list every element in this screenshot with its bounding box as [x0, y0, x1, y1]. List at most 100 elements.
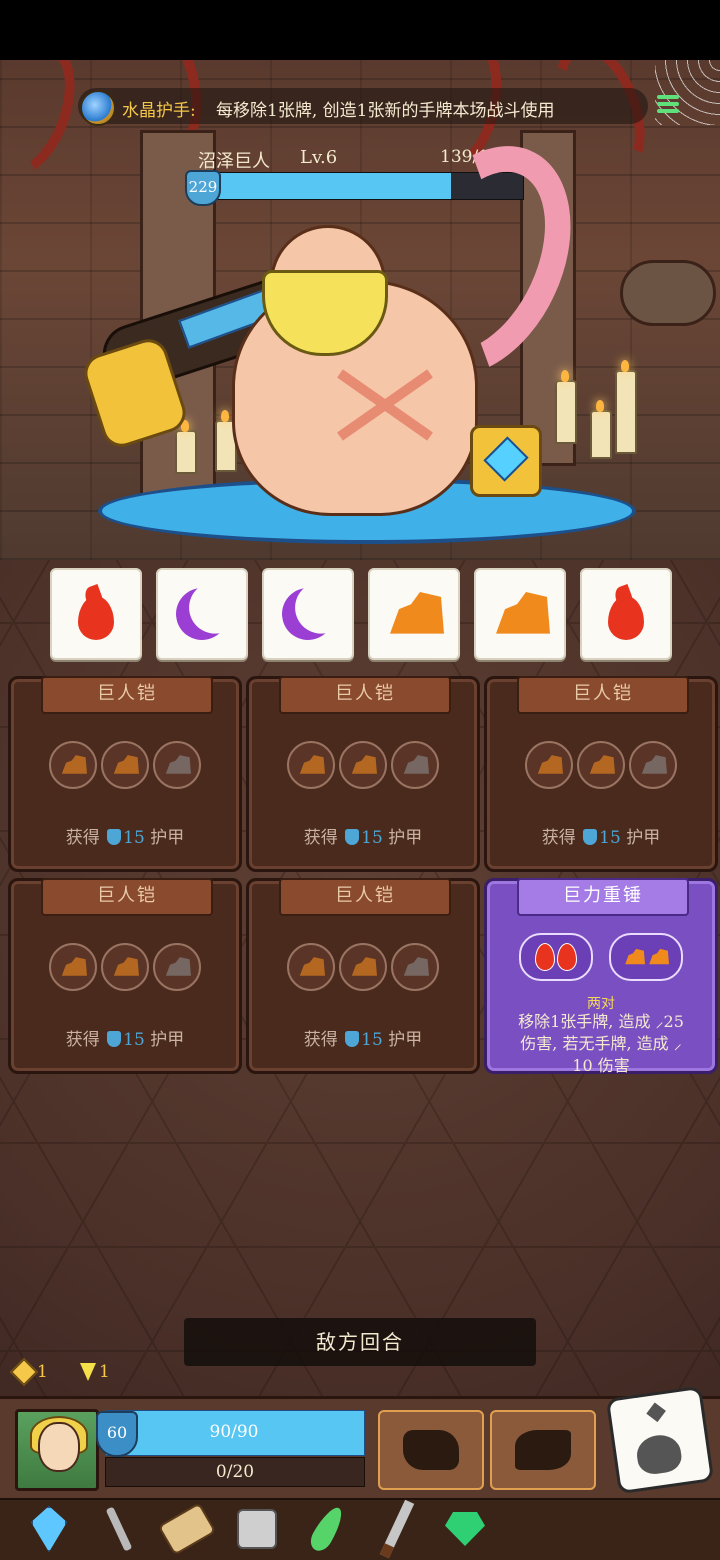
candle [175, 420, 197, 474]
rock-slot[interactable] [629, 741, 677, 789]
rock-icon [403, 957, 429, 976]
die-fire[interactable] [50, 568, 142, 660]
card-title: 巨人铠 [41, 676, 213, 714]
energy-count: 1 [99, 1362, 110, 1382]
card-giant-armor[interactable]: 巨人铠 获得 15 护甲 [8, 676, 242, 872]
enemy-gauntlet [470, 425, 542, 497]
card-effect: 移除1张手牌, 造成 ⸝25 伤害, 若无手牌, 造成 ⸝ 10 伤害 [493, 1011, 709, 1077]
rock-icon [351, 957, 377, 976]
crystal-gauntlet-icon[interactable] [80, 90, 116, 126]
dagger-icon [379, 1499, 415, 1559]
candle [590, 400, 612, 459]
fire-icon [74, 583, 118, 642]
rock-icon [649, 948, 669, 965]
rock-icon [299, 957, 325, 976]
rock-slot[interactable] [339, 741, 387, 789]
rock-slot[interactable] [525, 741, 573, 789]
card-title: 巨人铠 [279, 676, 451, 714]
gain-label: 获得 [303, 828, 338, 848]
inventory-item[interactable] [370, 1499, 424, 1559]
die-fire[interactable] [580, 568, 672, 660]
player-portrait[interactable] [15, 1409, 99, 1491]
gain-label: 获得 [541, 828, 576, 848]
rock-slot[interactable] [49, 741, 97, 789]
stone-die-icon [237, 1509, 277, 1549]
player-xp-bar: 0/20 [105, 1457, 365, 1487]
effect-line: 伤害, 若无手牌, 造成 ⸝ [520, 1034, 682, 1053]
rock-slot[interactable] [153, 943, 201, 991]
status-bar [0, 0, 720, 60]
card-title: 巨人铠 [41, 878, 213, 916]
skill-fist-button[interactable] [378, 1410, 484, 1490]
inventory-item[interactable] [230, 1502, 284, 1556]
die-rock[interactable] [474, 568, 566, 660]
rock-pair-slot[interactable] [609, 933, 683, 981]
fist-icon [403, 1430, 459, 1470]
inventory-item[interactable] [438, 1502, 492, 1556]
card-giant-armor[interactable]: 巨人铠 获得 15 护甲 [246, 676, 480, 872]
inventory-item[interactable] [22, 1502, 76, 1556]
card-giant-armor[interactable]: 巨人铠 获得 15 护甲 [484, 676, 718, 872]
inventory-item[interactable] [157, 1502, 217, 1556]
gain-label: 获得 [65, 1030, 100, 1050]
rock-icon [537, 755, 563, 774]
rock-slot[interactable] [391, 943, 439, 991]
fire-icon [604, 583, 648, 642]
effect-line: 10 伤害 [572, 1056, 630, 1075]
armor-label: 护甲 [150, 828, 185, 848]
gain-label: 获得 [303, 1030, 338, 1050]
rock-slot[interactable] [287, 741, 335, 789]
card-slots [249, 943, 477, 991]
skill-claw-button[interactable] [490, 1410, 596, 1490]
card-giant-armor[interactable]: 巨人铠 获得 15 护甲 [8, 878, 242, 1074]
card-slots [11, 741, 239, 789]
moon-icon [172, 584, 232, 644]
rock-slot[interactable] [153, 741, 201, 789]
card-slots [11, 943, 239, 991]
candle [615, 360, 637, 454]
rock-slot[interactable] [391, 741, 439, 789]
die-moon[interactable] [262, 568, 354, 660]
feather-icon [306, 1503, 348, 1555]
fire-icon [557, 943, 577, 971]
armor-label: 护甲 [626, 828, 661, 848]
die-moon[interactable] [156, 568, 248, 660]
card-effect: 获得 15 护甲 [487, 823, 715, 848]
rock-slot[interactable] [49, 943, 97, 991]
pair-requirement: 两对 [587, 996, 615, 1012]
rock-icon [165, 957, 191, 976]
card-effect: 获得 15 护甲 [11, 823, 239, 848]
rock-slot[interactable] [101, 943, 149, 991]
card-mighty-hammer[interactable]: 巨力重锤 两对 移除1张手牌, 造成 ⸝25 伤害, 若无手牌, 造成 ⸝ 10… [484, 878, 718, 1077]
rock-icon [641, 755, 667, 774]
diamond-icon [9, 1357, 39, 1387]
armor-value: 15 [361, 828, 383, 848]
rock-slot[interactable] [287, 943, 335, 991]
relic-name: 水晶护手: [122, 101, 196, 121]
dice-icon[interactable] [605, 1385, 715, 1495]
rock-icon [61, 755, 87, 774]
rock-slot[interactable] [101, 741, 149, 789]
gain-label: 获得 [65, 828, 100, 848]
inventory-item[interactable] [300, 1502, 354, 1556]
inventory-item[interactable] [92, 1502, 146, 1556]
die-rock[interactable] [368, 568, 460, 660]
armor-label: 护甲 [388, 828, 423, 848]
menu-icon[interactable] [652, 92, 684, 132]
armor-value: 15 [599, 828, 621, 848]
rock-slot[interactable] [577, 741, 625, 789]
rock-slot[interactable] [339, 943, 387, 991]
rock-icon [61, 957, 87, 976]
game-screen: 水晶护手: 每移除1张牌, 创造1张新的手牌本场战斗使用 沼泽巨人 Lv.6 1… [0, 0, 720, 1560]
shield-icon [583, 829, 598, 845]
card-effect: 获得 15 护甲 [249, 1025, 477, 1050]
shield-icon [345, 829, 360, 845]
fire-pair-slot[interactable] [519, 933, 593, 981]
scroll-icon [157, 1502, 217, 1556]
card-giant-armor[interactable]: 巨人铠 获得 15 护甲 [246, 878, 480, 1074]
turn-banner: 敌方回合 [184, 1318, 536, 1366]
moon-icon [278, 584, 338, 644]
rock-icon [165, 755, 191, 774]
card-title: 巨人铠 [517, 676, 689, 714]
shield-icon [107, 1031, 122, 1047]
